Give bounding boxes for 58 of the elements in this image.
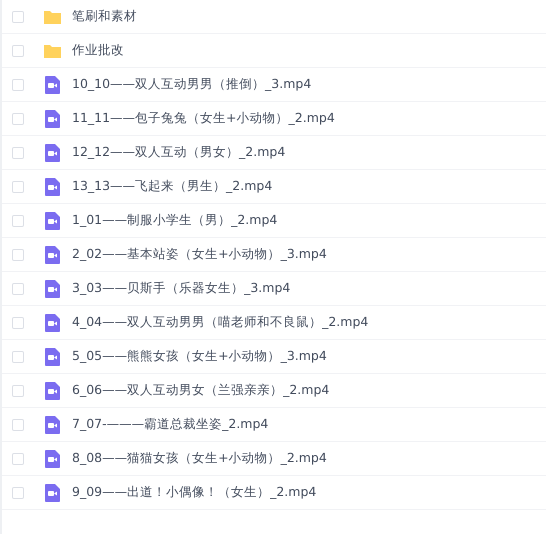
- video-file-icon: [43, 450, 62, 468]
- checkbox[interactable]: [12, 146, 24, 158]
- file-row[interactable]: 4_04——双人互动男男（喵老师和不良鼠）_2.mp4: [2, 306, 546, 340]
- checkbox[interactable]: [12, 350, 24, 362]
- checkbox[interactable]: [12, 418, 24, 430]
- video-file-icon: [43, 110, 62, 128]
- file-row[interactable]: 10_10——双人互动男男（推倒）_3.mp4: [2, 68, 546, 102]
- video-file-icon: [43, 280, 62, 298]
- file-row[interactable]: 13_13——飞起来（男生）_2.mp4: [2, 170, 546, 204]
- video-file-icon: [43, 416, 62, 434]
- checkbox[interactable]: [12, 44, 24, 56]
- checkbox[interactable]: [12, 180, 24, 192]
- file-name: 12_12——双人互动（男女）_2.mp4: [72, 144, 286, 161]
- file-row[interactable]: 笔刷和素材: [2, 0, 546, 34]
- video-file-icon: [43, 484, 62, 502]
- file-name: 1_01——制服小学生（男）_2.mp4: [72, 212, 278, 229]
- video-file-icon: [43, 144, 62, 162]
- checkbox[interactable]: [12, 384, 24, 396]
- checkbox[interactable]: [12, 452, 24, 464]
- checkbox[interactable]: [12, 486, 24, 498]
- checkbox[interactable]: [12, 248, 24, 260]
- file-row[interactable]: 3_03——贝斯手（乐器女生）_3.mp4: [2, 272, 546, 306]
- file-row[interactable]: 7_07-———霸道总裁坐姿_2.mp4: [2, 408, 546, 442]
- file-name: 4_04——双人互动男男（喵老师和不良鼠）_2.mp4: [72, 314, 368, 331]
- file-row[interactable]: 9_09——出道！小偶像！（女生）_2.mp4: [2, 476, 546, 510]
- file-name: 10_10——双人互动男男（推倒）_3.mp4: [72, 76, 312, 93]
- file-name: 3_03——贝斯手（乐器女生）_3.mp4: [72, 280, 290, 297]
- file-name: 2_02——基本站姿（女生+小动物）_3.mp4: [72, 246, 327, 263]
- video-file-icon: [43, 246, 62, 264]
- file-row[interactable]: 8_08——猫猫女孩（女生+小动物）_2.mp4: [2, 442, 546, 476]
- checkbox[interactable]: [12, 10, 24, 22]
- video-file-icon: [43, 178, 62, 196]
- file-name: 11_11——包子兔兔（女生+小动物）_2.mp4: [72, 110, 335, 127]
- video-file-icon: [43, 348, 62, 366]
- file-name: 5_05——熊熊女孩（女生+小动物）_3.mp4: [72, 348, 327, 365]
- file-row[interactable]: 1_01——制服小学生（男）_2.mp4: [2, 204, 546, 238]
- file-name: 作业批改: [72, 42, 124, 59]
- file-row[interactable]: 12_12——双人互动（男女）_2.mp4: [2, 136, 546, 170]
- checkbox[interactable]: [12, 282, 24, 294]
- file-name: 9_09——出道！小偶像！（女生）_2.mp4: [72, 484, 316, 501]
- checkbox[interactable]: [12, 316, 24, 328]
- checkbox[interactable]: [12, 112, 24, 124]
- video-file-icon: [43, 76, 62, 94]
- file-row[interactable]: 5_05——熊熊女孩（女生+小动物）_3.mp4: [2, 340, 546, 374]
- file-name: 笔刷和素材: [72, 8, 137, 25]
- checkbox[interactable]: [12, 214, 24, 226]
- file-row[interactable]: 11_11——包子兔兔（女生+小动物）_2.mp4: [2, 102, 546, 136]
- file-name: 13_13——飞起来（男生）_2.mp4: [72, 178, 272, 195]
- video-file-icon: [43, 382, 62, 400]
- checkbox[interactable]: [12, 78, 24, 90]
- file-name: 6_06——双人互动男女（兰强亲亲）_2.mp4: [72, 382, 330, 399]
- video-file-icon: [43, 314, 62, 332]
- file-row[interactable]: 2_02——基本站姿（女生+小动物）_3.mp4: [2, 238, 546, 272]
- video-file-icon: [43, 212, 62, 230]
- file-row[interactable]: 作业批改: [2, 34, 546, 68]
- file-row[interactable]: 6_06——双人互动男女（兰强亲亲）_2.mp4: [2, 374, 546, 408]
- file-name: 7_07-———霸道总裁坐姿_2.mp4: [72, 416, 268, 433]
- file-name: 8_08——猫猫女孩（女生+小动物）_2.mp4: [72, 450, 327, 467]
